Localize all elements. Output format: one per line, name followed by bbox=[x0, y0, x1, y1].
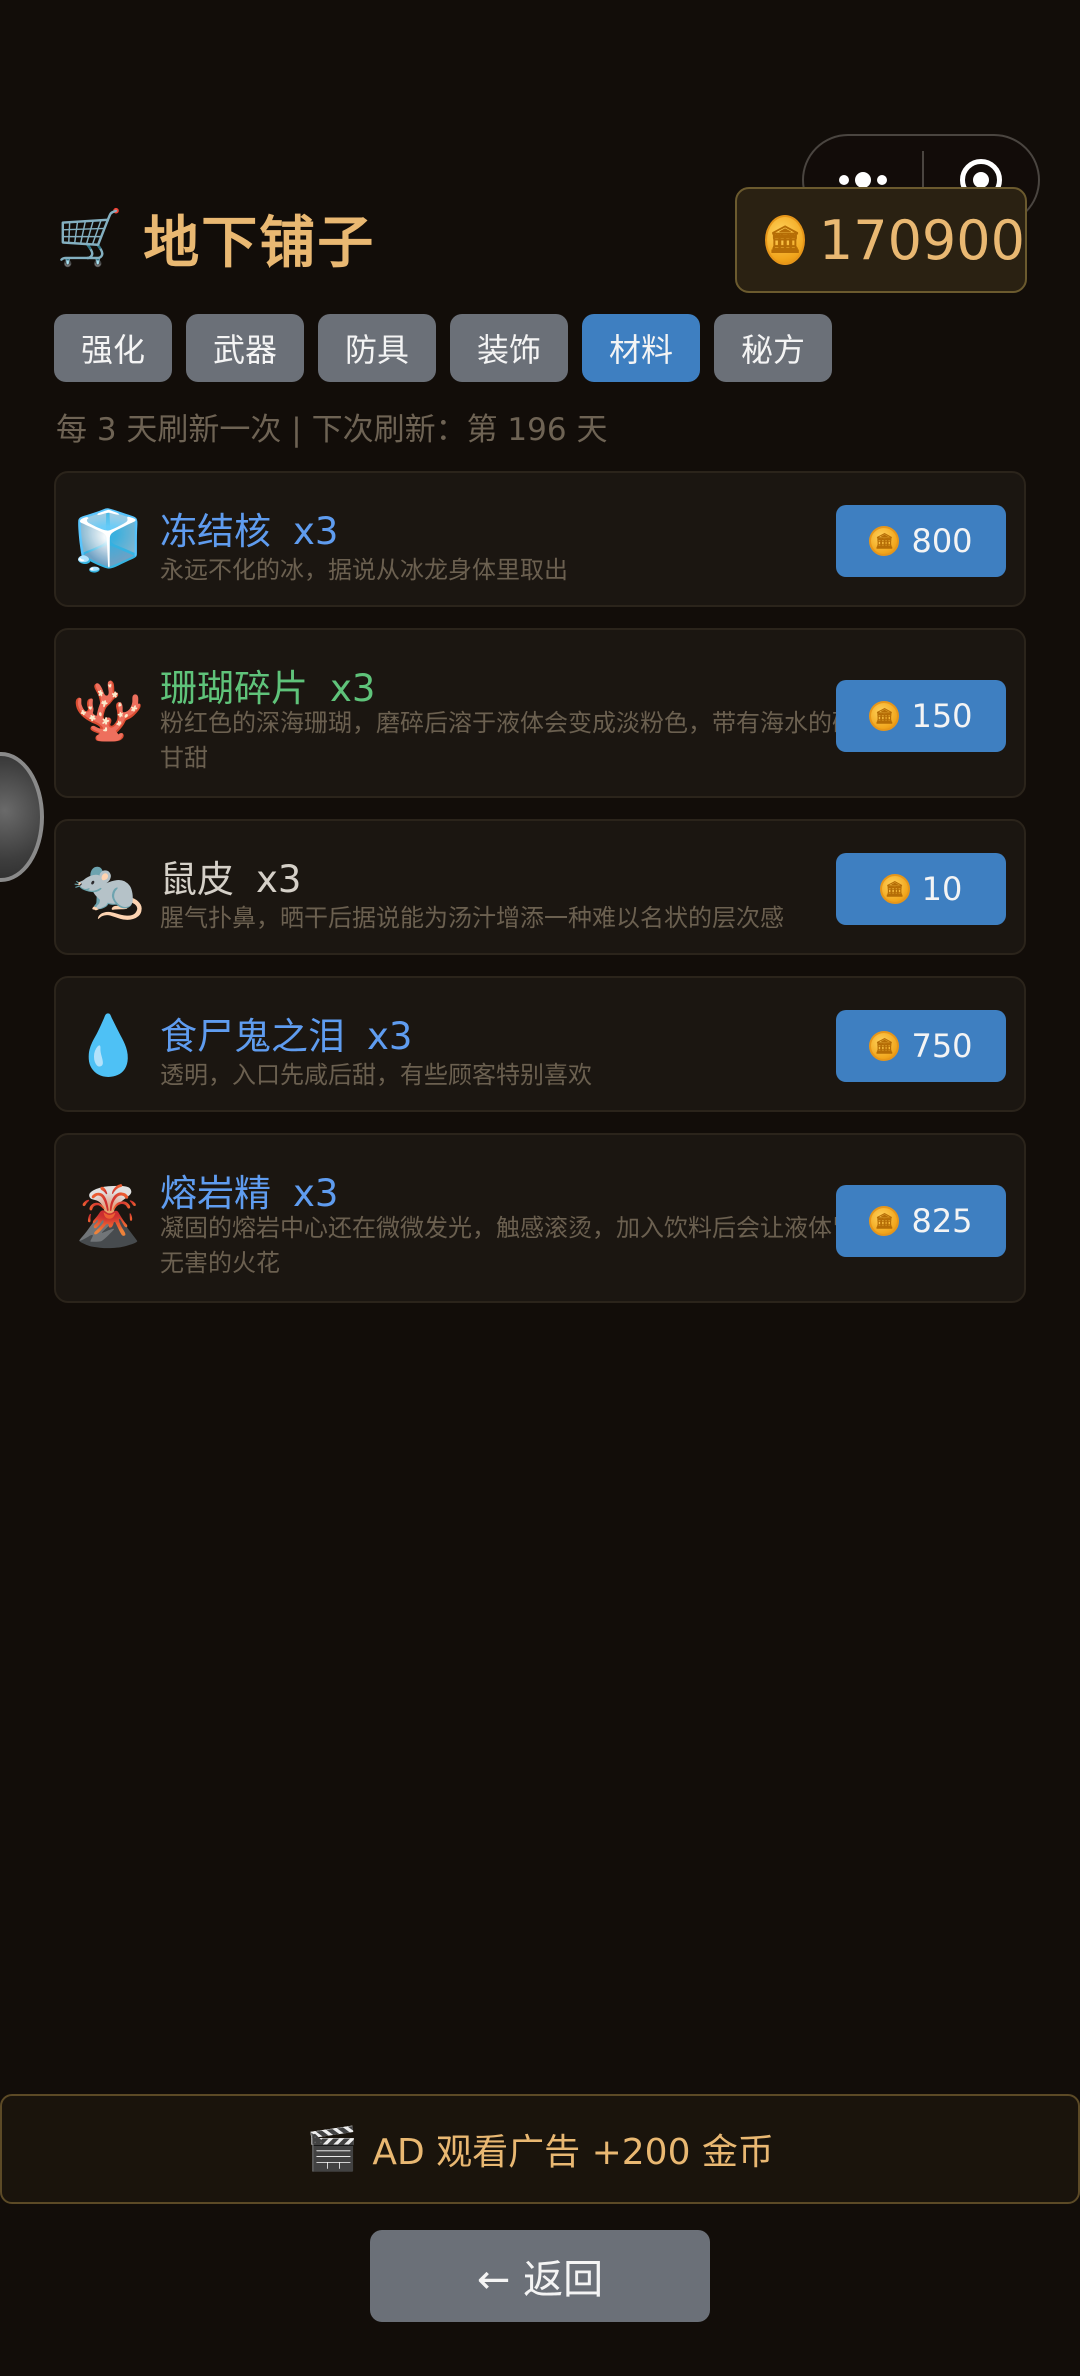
item-name-row: 鼠皮 x3 bbox=[160, 849, 301, 903]
watch-ad-label: AD 观看广告 +200 金币 bbox=[372, 2132, 774, 2173]
item-name-row: 珊瑚碎片 x3 bbox=[160, 658, 375, 712]
shop-item: 💧 食尸鬼之泪 x3 透明，入口先咸后甜，有些顾客特别喜欢 🏛 750 bbox=[54, 976, 1026, 1112]
coin-icon: 🏛 bbox=[869, 1031, 900, 1061]
cart-icon: 🛒 bbox=[56, 206, 124, 269]
buy-button[interactable]: 🏛 825 bbox=[836, 1185, 1006, 1257]
coin-amount: 170900 bbox=[818, 208, 1025, 272]
buy-button[interactable]: 🏛 800 bbox=[836, 505, 1006, 577]
page-header: 🛒 地下铺子 bbox=[56, 196, 375, 280]
coin-icon: 🏛 bbox=[879, 874, 910, 904]
shop-screen: 🛒 地下铺子 🏛 170900 强化 武器 防具 装饰 材料 秘方 每 3 天刷新一次 |… bbox=[0, 0, 1080, 2376]
item-description: 腥气扑鼻，晒干后据说能为汤汁增添一种难以名状的层次感 bbox=[160, 904, 784, 932]
item-name-row: 熔岩精 x3 bbox=[160, 1163, 338, 1217]
coin-icon: 🏛 bbox=[869, 526, 900, 556]
item-quantity: x3 bbox=[293, 1172, 339, 1215]
item-price: 800 bbox=[911, 522, 973, 560]
floating-avatar[interactable] bbox=[0, 752, 44, 882]
item-name: 食尸鬼之泪 bbox=[160, 1015, 345, 1058]
clapper-icon: 🎬 bbox=[306, 2124, 359, 2173]
item-description: 粉红色的深海珊瑚，磨碎后溶于液体会变成淡粉色，带有海水的矿物甘甜 bbox=[160, 709, 880, 772]
item-price: 825 bbox=[911, 1202, 973, 1240]
item-icon: 🐀 bbox=[72, 854, 145, 922]
item-quantity: x3 bbox=[330, 667, 376, 710]
buy-button[interactable]: 🏛 10 bbox=[836, 853, 1006, 925]
page-title: 地下铺子 bbox=[143, 210, 376, 276]
item-name: 鼠皮 bbox=[160, 858, 234, 901]
item-name: 冻结核 bbox=[160, 510, 271, 553]
shop-item: 🐀 鼠皮 x3 腥气扑鼻，晒干后据说能为汤汁增添一种难以名状的层次感 🏛 10 bbox=[54, 819, 1026, 955]
watch-ad-button[interactable]: 🎬 AD 观看广告 +200 金币 bbox=[0, 2094, 1080, 2204]
shop-item: 🪸 珊瑚碎片 x3 粉红色的深海珊瑚，磨碎后溶于液体会变成淡粉色，带有海水的矿物甘甜 🏛… bbox=[54, 628, 1026, 798]
item-description: 永远不化的冰，据说从冰龙身体里取出 bbox=[160, 556, 568, 584]
item-quantity: x3 bbox=[293, 510, 339, 553]
item-quantity: x3 bbox=[256, 858, 302, 901]
coin-icon: 🏛 bbox=[765, 215, 805, 265]
item-name: 珊瑚碎片 bbox=[160, 667, 308, 710]
buy-button[interactable]: 🏛 150 bbox=[836, 680, 1006, 752]
item-name: 熔岩精 bbox=[160, 1172, 271, 1215]
item-icon: 🧊 bbox=[72, 506, 145, 574]
item-price: 150 bbox=[911, 697, 973, 735]
back-button[interactable]: ← 返回 bbox=[370, 2230, 710, 2322]
tab-2[interactable]: 防具 bbox=[318, 314, 436, 382]
tab-1[interactable]: 武器 bbox=[186, 314, 304, 382]
shop-item: 🧊 冻结核 x3 永远不化的冰，据说从冰龙身体里取出 🏛 800 bbox=[54, 471, 1026, 607]
coin-icon: 🏛 bbox=[869, 701, 900, 731]
item-name-row: 冻结核 x3 bbox=[160, 501, 338, 555]
tab-0[interactable]: 强化 bbox=[54, 314, 172, 382]
buy-button[interactable]: 🏛 750 bbox=[836, 1010, 1006, 1082]
item-icon: 💧 bbox=[72, 1011, 145, 1079]
item-description: 凝固的熔岩中心还在微微发光，触感滚烫，加入饮料后会让液体冒出无害的火花 bbox=[160, 1214, 880, 1277]
shop-item: 🌋 熔岩精 x3 凝固的熔岩中心还在微微发光，触感滚烫，加入饮料后会让液体冒出无害的火… bbox=[54, 1133, 1026, 1303]
item-price: 10 bbox=[921, 870, 963, 908]
item-quantity: x3 bbox=[367, 1015, 413, 1058]
tab-5[interactable]: 秘方 bbox=[714, 314, 832, 382]
coin-balance: 🏛 170900 bbox=[735, 187, 1027, 293]
item-description: 透明，入口先咸后甜，有些顾客特别喜欢 bbox=[160, 1061, 592, 1089]
refresh-info: 每 3 天刷新一次 | 下次刷新：第 196 天 bbox=[56, 412, 608, 448]
item-price: 750 bbox=[911, 1027, 973, 1065]
tab-4[interactable]: 材料 bbox=[582, 314, 700, 382]
item-name-row: 食尸鬼之泪 x3 bbox=[160, 1006, 412, 1060]
coin-icon: 🏛 bbox=[869, 1206, 900, 1236]
tab-3[interactable]: 装饰 bbox=[450, 314, 568, 382]
category-tabs: 强化 武器 防具 装饰 材料 秘方 bbox=[54, 314, 832, 382]
item-icon: 🌋 bbox=[72, 1182, 145, 1250]
item-icon: 🪸 bbox=[72, 677, 145, 745]
